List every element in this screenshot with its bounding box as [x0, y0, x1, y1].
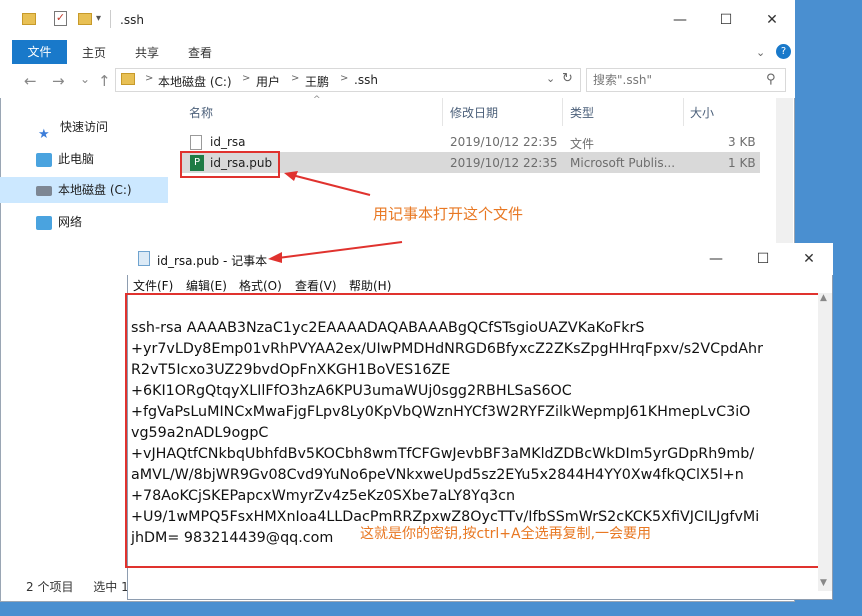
- scroll-up-icon[interactable]: ▲: [820, 293, 827, 303]
- back-arrow-icon[interactable]: ←: [24, 72, 37, 90]
- breadcrumb-ssh[interactable]: .ssh: [354, 73, 378, 87]
- maximize-button[interactable]: ☐: [703, 6, 749, 34]
- column-divider[interactable]: [683, 98, 684, 126]
- sidebar-item-label: 此电脑: [58, 152, 95, 166]
- forward-arrow-icon[interactable]: →: [52, 72, 65, 90]
- properties-icon[interactable]: ✓: [54, 11, 67, 26]
- menu-edit[interactable]: 编辑(E): [186, 277, 227, 294]
- network-icon: [36, 215, 52, 230]
- column-divider[interactable]: [442, 98, 443, 126]
- help-icon[interactable]: ?: [776, 44, 791, 59]
- sidebar-item-local-disk[interactable]: 本地磁盘 (C:): [0, 177, 168, 203]
- file-highlight-box: [180, 151, 280, 178]
- minimize-button[interactable]: —: [657, 6, 703, 34]
- annotation-arrow: [268, 241, 403, 263]
- file-date: 2019/10/12 22:35: [450, 156, 558, 170]
- close-button[interactable]: ✕: [749, 6, 795, 34]
- column-header-name[interactable]: 名称: [189, 104, 213, 121]
- address-dropdown-icon[interactable]: ⌄: [546, 72, 555, 85]
- column-divider[interactable]: [562, 98, 563, 126]
- annotation-copy-hint: 这就是你的密钥,按ctrl+A全选再复制,一会要用: [360, 526, 652, 542]
- breadcrumb-separator: >: [242, 73, 251, 84]
- customize-toolbar-icon[interactable]: ▾: [96, 13, 101, 24]
- sidebar-item-quick-access[interactable]: ★ 快速访问: [0, 114, 168, 142]
- notepad-maximize-button[interactable]: ☐: [740, 245, 786, 273]
- status-selected: 选中 1: [93, 580, 129, 594]
- tab-share[interactable]: 共享: [135, 44, 159, 61]
- notepad-minimize-button[interactable]: —: [693, 245, 739, 273]
- file-date: 2019/10/12 22:35: [450, 135, 558, 149]
- column-header-date[interactable]: 修改日期: [450, 104, 498, 121]
- refresh-icon[interactable]: ↻: [562, 71, 573, 86]
- tab-home[interactable]: 主页: [82, 44, 106, 61]
- search-icon[interactable]: ⚲: [766, 72, 776, 87]
- folder-icon: [121, 73, 135, 85]
- column-header-type[interactable]: 类型: [570, 104, 594, 121]
- notepad-scrollbar[interactable]: [818, 293, 832, 591]
- menu-help[interactable]: 帮助(H): [349, 277, 391, 294]
- file-type: 文件: [570, 137, 595, 151]
- annotation-open-with-notepad: 用记事本打开这个文件: [373, 205, 524, 223]
- expand-ribbon-icon[interactable]: ⌄: [756, 46, 765, 59]
- notepad-close-button[interactable]: ✕: [786, 245, 832, 273]
- file-size: 1 KB: [728, 156, 756, 170]
- new-folder-icon[interactable]: [78, 13, 92, 25]
- menu-format[interactable]: 格式(O): [239, 277, 282, 294]
- breadcrumb-user[interactable]: 王鹏: [305, 73, 329, 90]
- tab-file[interactable]: 文件: [12, 40, 67, 64]
- breadcrumb-users[interactable]: 用户: [256, 73, 280, 90]
- window-title: .ssh: [120, 13, 144, 27]
- star-icon: ★: [38, 126, 50, 142]
- menu-file[interactable]: 文件(F): [133, 277, 173, 294]
- file-name[interactable]: id_rsa: [210, 135, 246, 149]
- notepad-title: id_rsa.pub - 记事本: [157, 254, 268, 268]
- sidebar-item-this-pc[interactable]: 此电脑: [0, 146, 168, 172]
- file-icon: [190, 135, 202, 150]
- breadcrumb-separator: >: [340, 73, 349, 84]
- scroll-down-icon[interactable]: ▼: [820, 578, 827, 588]
- sidebar-item-label: 网络: [58, 215, 83, 229]
- drive-icon: [36, 185, 52, 196]
- computer-icon: [36, 152, 52, 167]
- breadcrumb-separator: >: [291, 73, 300, 84]
- menu-view[interactable]: 查看(V): [295, 277, 337, 294]
- up-arrow-icon[interactable]: ↑: [98, 72, 111, 90]
- file-size: 3 KB: [728, 135, 756, 149]
- column-header-size[interactable]: 大小: [690, 104, 714, 121]
- file-type: Microsoft Publis...: [570, 156, 676, 170]
- breadcrumb-drive[interactable]: 本地磁盘 (C:): [158, 73, 232, 90]
- folder-icon: [22, 13, 36, 25]
- search-input[interactable]: 搜索".ssh": [586, 68, 786, 92]
- ribbon-bar: [0, 40, 795, 65]
- breadcrumb-separator: >: [145, 73, 154, 84]
- sort-arrow-icon: ^: [313, 95, 321, 105]
- notepad-icon: [138, 251, 150, 266]
- tab-view[interactable]: 查看: [188, 44, 212, 61]
- status-count: 2 个项目: [26, 580, 74, 594]
- sidebar-item-label: 快速访问: [60, 120, 109, 134]
- sidebar-item-network[interactable]: 网络: [0, 209, 168, 235]
- recent-locations-icon[interactable]: ⌄: [80, 72, 90, 86]
- title-divider: [110, 10, 111, 28]
- sidebar-item-label: 本地磁盘 (C:): [58, 183, 132, 197]
- status-bar: 2 个项目 选中 1: [0, 574, 140, 600]
